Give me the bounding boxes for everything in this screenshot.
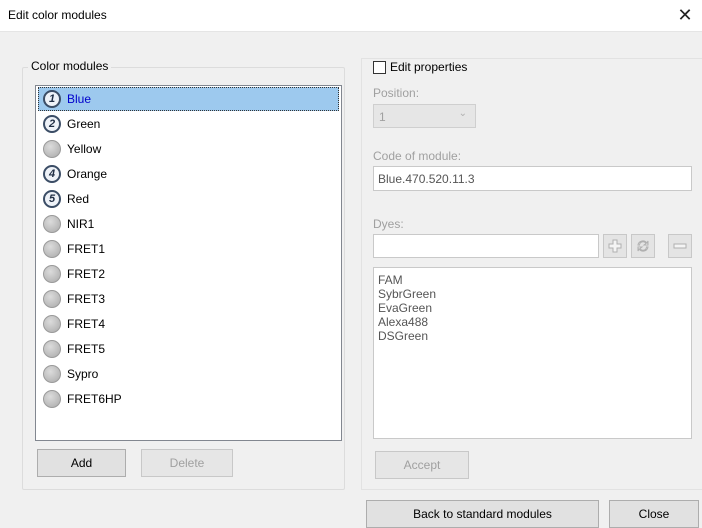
module-label: FRET6HP: [67, 392, 122, 406]
position-value: 1: [379, 110, 386, 124]
module-number-badge-icon: 4: [43, 165, 61, 183]
add-button[interactable]: Add: [37, 449, 126, 477]
edit-properties-label: Edit properties: [390, 60, 468, 74]
module-label: FRET4: [67, 317, 106, 331]
list-item-module[interactable]: 5 Red: [38, 187, 339, 211]
dye-item[interactable]: EvaGreen: [378, 301, 687, 315]
dyes-list[interactable]: FAM SybrGreen EvaGreen Alexa488 DSGreen: [373, 267, 692, 439]
module-empty-circle-icon: [43, 240, 61, 258]
position-select[interactable]: 1 ⌄: [373, 104, 476, 128]
list-item-module[interactable]: FRET2: [38, 262, 339, 286]
module-label: FRET3: [67, 292, 106, 306]
code-of-module-label: Code of module:: [373, 149, 462, 163]
module-label: Yellow: [67, 142, 102, 156]
module-label: Red: [67, 192, 90, 206]
module-label: Green: [67, 117, 101, 131]
edit-properties-checkbox[interactable]: [373, 60, 386, 74]
module-empty-circle-icon: [43, 315, 61, 333]
module-empty-circle-icon: [43, 290, 61, 308]
position-label: Position:: [373, 86, 420, 100]
delete-button[interactable]: Delete: [141, 449, 233, 477]
module-empty-circle-icon: [43, 140, 61, 158]
list-item-module[interactable]: NIR1: [38, 212, 339, 236]
dye-item[interactable]: Alexa488: [378, 315, 687, 329]
title-bar: Edit color modules ✕: [0, 0, 702, 32]
module-label: FRET2: [67, 267, 106, 281]
color-modules-group-label: Color modules: [28, 59, 112, 73]
module-empty-circle-icon: [43, 340, 61, 358]
minus-icon: [673, 243, 687, 249]
module-label: NIR1: [67, 217, 95, 231]
edit-properties-checkbox-row[interactable]: Edit properties: [373, 60, 467, 74]
module-label: Sypro: [67, 367, 99, 381]
replace-dye-button[interactable]: [631, 234, 655, 258]
accept-button[interactable]: Accept: [375, 451, 469, 479]
list-item-module[interactable]: FRET6HP: [38, 387, 339, 411]
list-item-module[interactable]: FRET1: [38, 237, 339, 261]
remove-dye-button[interactable]: [668, 234, 692, 258]
list-item-module[interactable]: Sypro: [38, 362, 339, 386]
list-item-module[interactable]: FRET3: [38, 287, 339, 311]
dyes-label: Dyes:: [373, 217, 404, 231]
module-number-badge-icon: 1: [43, 90, 61, 108]
module-label: Orange: [67, 167, 108, 181]
module-empty-circle-icon: [43, 215, 61, 233]
list-item-module[interactable]: Yellow: [38, 137, 339, 161]
chevron-down-icon: ⌄: [458, 108, 467, 119]
close-button[interactable]: Close: [609, 500, 699, 528]
list-item-module[interactable]: 2 Green: [38, 112, 339, 136]
module-empty-circle-icon: [43, 265, 61, 283]
color-modules-list[interactable]: 1 Blue 2 Green Yellow 4 Orange 5 Red NIR1 FRET1 FRE…: [35, 85, 342, 441]
list-item-module[interactable]: 1 Blue: [38, 87, 339, 111]
module-label: FRET5: [67, 342, 106, 356]
list-item-module[interactable]: FRET5: [38, 337, 339, 361]
module-empty-circle-icon: [43, 390, 61, 408]
dye-item[interactable]: FAM: [378, 273, 687, 287]
code-of-module-field[interactable]: Blue.470.520.11.3: [373, 166, 692, 191]
module-number-badge-icon: 5: [43, 190, 61, 208]
dye-item[interactable]: DSGreen: [378, 329, 687, 343]
list-item-module[interactable]: 4 Orange: [38, 162, 339, 186]
back-to-standard-modules-button[interactable]: Back to standard modules: [366, 500, 599, 528]
close-icon[interactable]: ✕: [668, 0, 702, 31]
dye-item[interactable]: SybrGreen: [378, 287, 687, 301]
add-dye-button[interactable]: [603, 234, 627, 258]
list-item-module[interactable]: FRET4: [38, 312, 339, 336]
window-title: Edit color modules: [8, 8, 107, 22]
module-empty-circle-icon: [43, 365, 61, 383]
dye-input[interactable]: [373, 234, 599, 258]
module-number-badge-icon: 2: [43, 115, 61, 133]
refresh-icon: [637, 240, 649, 252]
module-label: FRET1: [67, 242, 106, 256]
module-label: Blue: [67, 92, 92, 106]
code-of-module-value: Blue.470.520.11.3: [378, 172, 475, 186]
plus-icon: [608, 239, 622, 253]
